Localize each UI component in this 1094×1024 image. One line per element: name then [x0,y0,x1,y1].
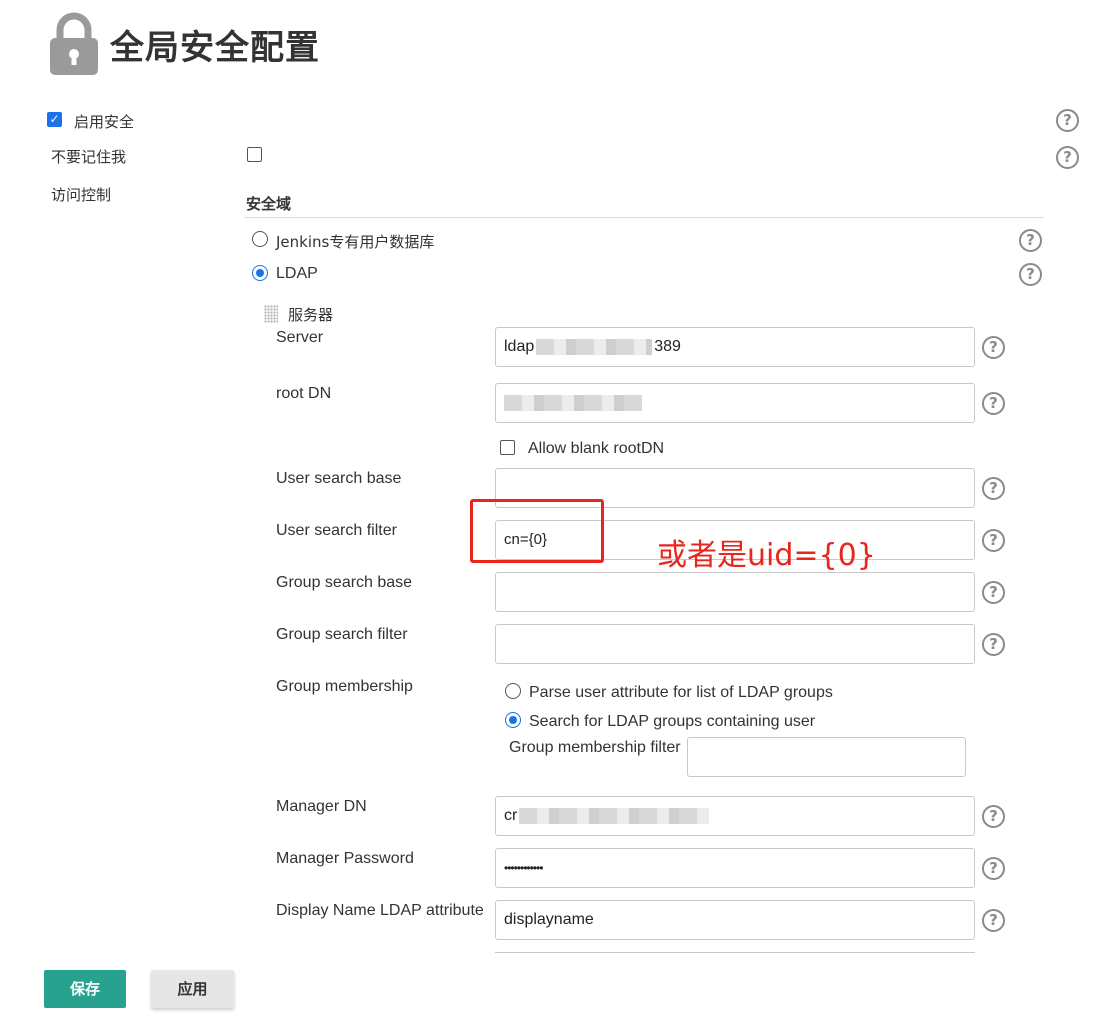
security-realm-heading: 安全域 [246,195,292,213]
group-search-filter-input[interactable] [495,624,975,664]
redacted-text [536,338,653,355]
annotation-text: 或者是uid={0} [657,538,876,573]
group-search-base-input[interactable] [495,572,975,612]
help-icon[interactable]: ? [982,909,1005,932]
page-title: 全局安全配置 [110,28,320,68]
manager-password-label: Manager Password [276,850,414,867]
server-section-label: 服务器 [288,306,334,324]
enable-security-checkbox[interactable]: ✓ [47,112,62,127]
lock-icon [48,10,100,76]
help-icon[interactable]: ? [1056,146,1079,169]
group-membership-filter-input[interactable] [687,737,966,777]
group-search-base-label: Group search base [276,574,413,591]
help-icon[interactable]: ? [982,392,1005,415]
section-divider [244,217,1044,218]
display-name-attr-input[interactable]: displayname [495,900,975,940]
allow-blank-rootdn-checkbox[interactable] [500,440,515,455]
enable-security-label: 启用安全 [74,113,135,131]
help-icon[interactable]: ? [982,857,1005,880]
group-membership-radio-parse[interactable] [505,683,521,699]
help-icon[interactable]: ? [982,477,1005,500]
manager-password-value: •••••••••••• [504,861,543,875]
realm-radio-ldap[interactable] [252,265,268,281]
user-search-base-label: User search base [276,470,402,487]
remember-me-checkbox[interactable] [247,147,262,162]
root-dn-input[interactable] [495,383,975,423]
server-port: 389 [654,338,681,355]
help-icon[interactable]: ? [982,805,1005,828]
manager-dn-label: Manager DN [276,798,367,815]
apply-button[interactable]: 应用 [151,970,234,1008]
group-search-filter-label: Group search filter [276,626,408,643]
user-search-filter-label: User search filter [276,522,397,539]
group-membership-radio-search[interactable] [505,712,521,728]
server-input[interactable]: ldap 389 [495,327,975,367]
manager-password-input[interactable]: •••••••••••• [495,848,975,888]
root-dn-label: root DN [276,385,332,402]
save-button[interactable]: 保存 [44,970,126,1008]
help-icon[interactable]: ? [1056,109,1079,132]
remember-me-label: 不要记住我 [51,148,127,166]
next-field-input[interactable] [495,952,975,954]
display-name-attr-label: Display Name LDAP attribute [276,902,484,919]
server-value: ldap [504,338,535,355]
group-membership-label: Group membership [276,678,413,695]
redacted-text [504,394,642,411]
help-icon[interactable]: ? [982,529,1005,552]
group-membership-option-parse: Parse user attribute for list of LDAP gr… [529,684,833,701]
annotation-highlight-box [470,499,604,563]
display-name-attr-value: displayname [504,911,594,928]
allow-blank-rootdn-label: Allow blank rootDN [528,440,665,457]
drag-handle-icon[interactable] [264,305,278,323]
realm-radio-jenkins[interactable] [252,231,268,247]
group-membership-option-search: Search for LDAP groups containing user [529,713,816,730]
group-membership-filter-label: Group membership filter [509,739,681,756]
help-icon[interactable]: ? [982,581,1005,604]
access-control-label: 访问控制 [51,186,112,204]
manager-dn-value: cr [504,807,518,824]
help-icon[interactable]: ? [982,336,1005,359]
realm-label-jenkins: Jenkins专有用户数据库 [276,233,435,251]
help-icon[interactable]: ? [1019,229,1042,252]
help-icon[interactable]: ? [982,633,1005,656]
server-label: Server [276,329,324,346]
realm-label-ldap: LDAP [276,265,318,282]
help-icon[interactable]: ? [1019,263,1042,286]
manager-dn-input[interactable]: cr [495,796,975,836]
redacted-text [519,807,710,824]
